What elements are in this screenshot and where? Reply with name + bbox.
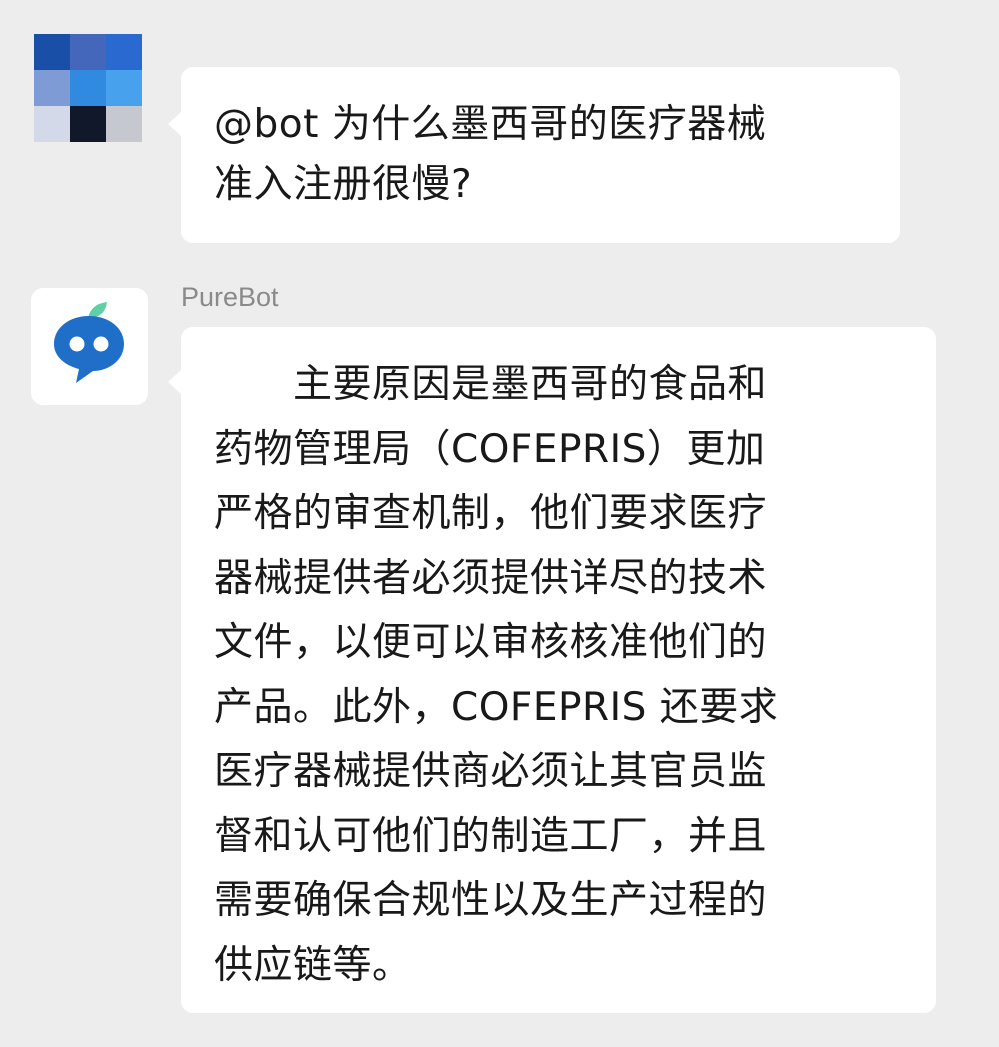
speech-bubble-icon — [54, 316, 124, 383]
bot-message-bubble[interactable]: 主要原因是墨西哥的食品和 药物管理局（COFEPRIS）更加 严格的审查机制，他… — [168, 327, 936, 1013]
bot-eye — [93, 336, 109, 352]
avatar-pixel — [34, 106, 70, 142]
message-line: 医疗器械提供商必须让其官员监 — [214, 749, 768, 794]
message-line: 器械提供者必须提供详尽的技术 — [214, 555, 768, 601]
message-line: 需要确保合规性以及生产过程的 — [214, 878, 768, 923]
message-line: @bot 为什么墨西哥的医疗器械 — [214, 102, 767, 147]
message-line: 药物管理局（COFEPRIS）更加 — [214, 426, 766, 472]
user-message-text: @bot 为什么墨西哥的医疗器械 准入注册很慢? — [214, 95, 894, 215]
user-message-bubble[interactable]: @bot 为什么墨西哥的医疗器械 准入注册很慢? — [168, 67, 900, 243]
bot-avatar[interactable] — [31, 288, 148, 405]
avatar-pixel — [34, 34, 70, 70]
avatar-pixel — [106, 106, 142, 142]
message-line: 准入注册很慢? — [214, 162, 473, 207]
bot-message-text: 主要原因是墨西哥的食品和 药物管理局（COFEPRIS）更加 严格的审查机制，他… — [214, 353, 904, 998]
user-avatar[interactable] — [34, 34, 142, 142]
message-line: 文件，以便可以审核核准他们的 — [214, 620, 768, 665]
message-line: 督和认可他们的制造工厂，并且 — [214, 813, 768, 859]
avatar-pixel — [70, 34, 106, 70]
message-line: 严格的审查机制，他们要求医疗 — [214, 491, 768, 536]
sender-name: PureBot — [181, 282, 279, 312]
avatar-pixel — [70, 70, 106, 106]
avatar-pixel — [34, 70, 70, 106]
leaf-icon — [88, 302, 107, 318]
message-line: 供应链等。 — [214, 942, 412, 988]
avatar-pixel — [106, 70, 142, 106]
message-line: 产品。此外，COFEPRIS 还要求 — [214, 684, 779, 730]
avatar-pixel — [70, 106, 106, 142]
chat-bot-icon — [54, 302, 124, 383]
message-line: 主要原因是墨西哥的食品和 — [214, 362, 768, 407]
bot-eye — [69, 336, 85, 352]
avatar-pixel — [106, 34, 142, 70]
